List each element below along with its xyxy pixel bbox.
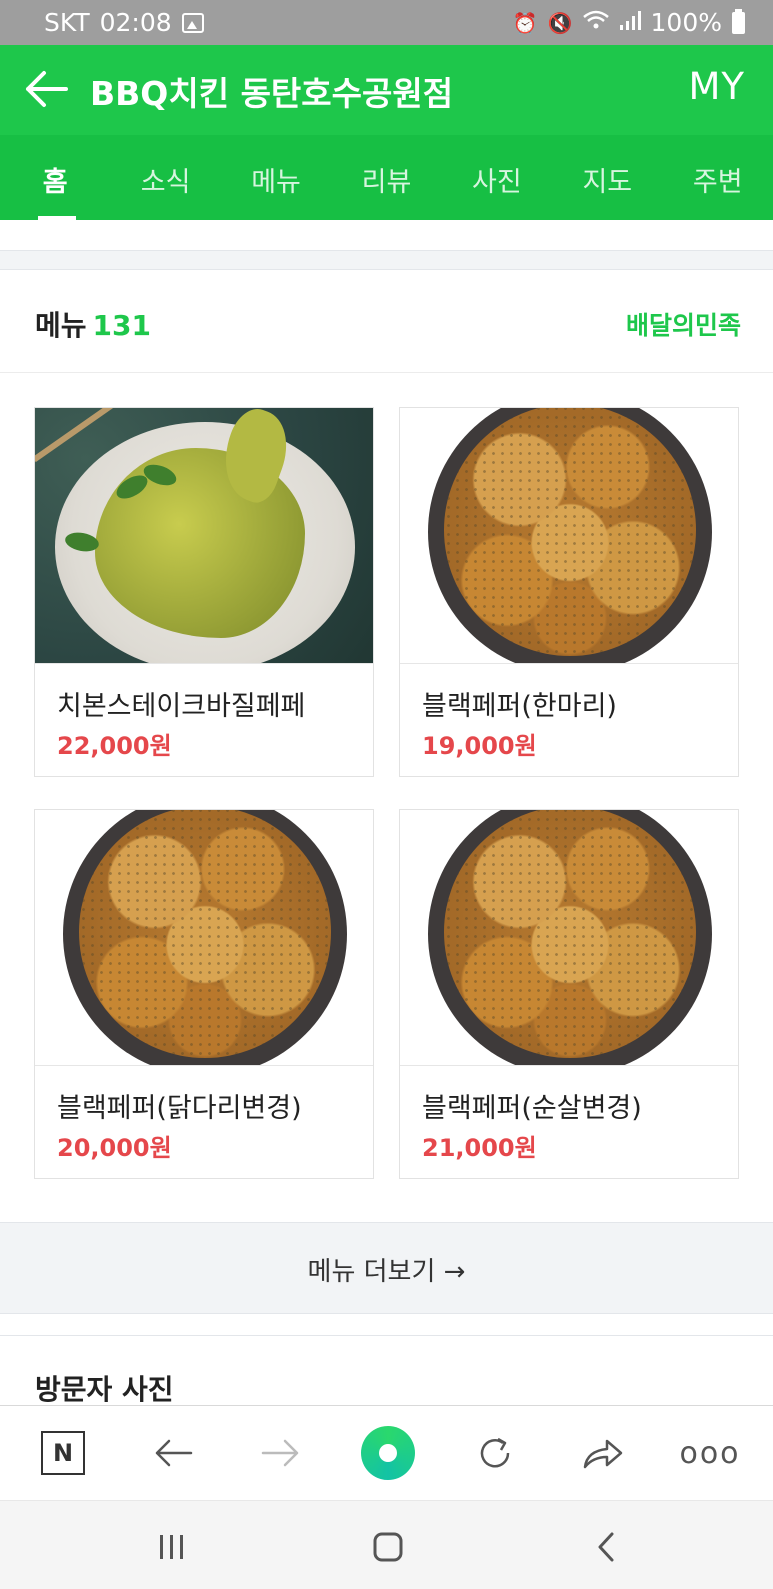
mute-icon: 🔇 <box>547 10 573 35</box>
menu-item-name: 블랙페퍼(닭다리변경) <box>57 1093 302 1124</box>
alarm-icon: ⏰ <box>512 10 538 35</box>
tab-bar: 홈 소식 메뉴 리뷰 사진 지도 주변 <box>0 135 773 220</box>
battery-icon <box>732 8 745 34</box>
menu-card[interactable]: 블랙페퍼(한마리) 19,000원 <box>399 407 739 777</box>
tab-menu[interactable]: 메뉴 <box>221 135 331 220</box>
battery-percent: 100% <box>650 8 722 37</box>
refresh-icon[interactable] <box>470 1428 520 1478</box>
tab-map[interactable]: 지도 <box>552 135 662 220</box>
image-icon <box>181 12 204 33</box>
menu-item-image <box>35 810 373 1066</box>
menu-card[interactable]: 블랙페퍼(닭다리변경) 20,000원 <box>34 809 374 1179</box>
menu-item-image <box>400 408 738 664</box>
status-bar: SKT 02:08 ⏰ 🔇 100% <box>0 0 773 45</box>
delivery-app-link[interactable]: 배달의민족 <box>626 306 741 342</box>
more-icon[interactable]: ooo <box>679 1428 740 1478</box>
signal-icon <box>619 8 641 37</box>
browser-toolbar: N ooo <box>0 1405 773 1500</box>
menu-item-price: 19,000원 <box>422 732 537 760</box>
menu-card[interactable]: 블랙페퍼(순살변경) 21,000원 <box>399 809 739 1179</box>
menu-section-header: 메뉴 131 배달의민족 <box>0 270 773 373</box>
carrier: SKT <box>44 8 90 37</box>
menu-item-price: 22,000원 <box>57 732 172 760</box>
menu-item-image <box>400 810 738 1066</box>
naver-home-icon[interactable]: N <box>38 1428 88 1478</box>
system-nav-bar <box>0 1500 773 1589</box>
menu-item-name: 블랙페퍼(순살변경) <box>422 1093 642 1124</box>
back-icon[interactable] <box>148 1428 198 1478</box>
tab-news[interactable]: 소식 <box>110 135 220 220</box>
back-arrow-icon[interactable] <box>24 69 68 109</box>
share-icon[interactable] <box>578 1428 628 1478</box>
menu-item-price: 20,000원 <box>57 1134 172 1162</box>
recent-apps-icon[interactable] <box>150 1525 194 1569</box>
visitor-photos-section: 방문자 사진 <box>0 1335 773 1406</box>
nav-back-icon[interactable] <box>584 1525 628 1569</box>
menu-item-name: 블랙페퍼(한마리) <box>422 691 617 722</box>
tab-nearby[interactable]: 주변 <box>663 135 773 220</box>
tab-home[interactable]: 홈 <box>0 135 110 220</box>
menu-card[interactable]: 치본스테이크바질페페 22,000원 <box>34 407 374 777</box>
menu-item-name: 치본스테이크바질페페 <box>57 691 306 722</box>
app-header: BBQ치킨 동탄호수공원점 MY <box>0 45 773 135</box>
menu-count: 131 <box>92 309 151 342</box>
more-menu-button[interactable]: 메뉴 더보기 → <box>0 1251 773 1288</box>
more-menu-band: 메뉴 더보기 → <box>0 1222 773 1314</box>
visitor-photos-title: 방문자 사진 <box>35 1373 174 1406</box>
green-dot-icon[interactable] <box>360 1425 416 1481</box>
my-button[interactable]: MY <box>688 65 745 108</box>
wifi-icon <box>582 10 609 35</box>
home-icon[interactable] <box>366 1525 410 1569</box>
menu-item-price: 21,000원 <box>422 1134 537 1162</box>
forward-icon[interactable] <box>256 1428 306 1478</box>
tab-photo[interactable]: 사진 <box>442 135 552 220</box>
tab-review[interactable]: 리뷰 <box>331 135 441 220</box>
menu-section-title: 메뉴 131 <box>35 309 151 342</box>
clock: 02:08 <box>99 8 172 37</box>
section-divider <box>0 250 773 270</box>
menu-item-image <box>35 408 373 664</box>
page-title: BBQ치킨 동탄호수공원점 <box>90 74 454 113</box>
